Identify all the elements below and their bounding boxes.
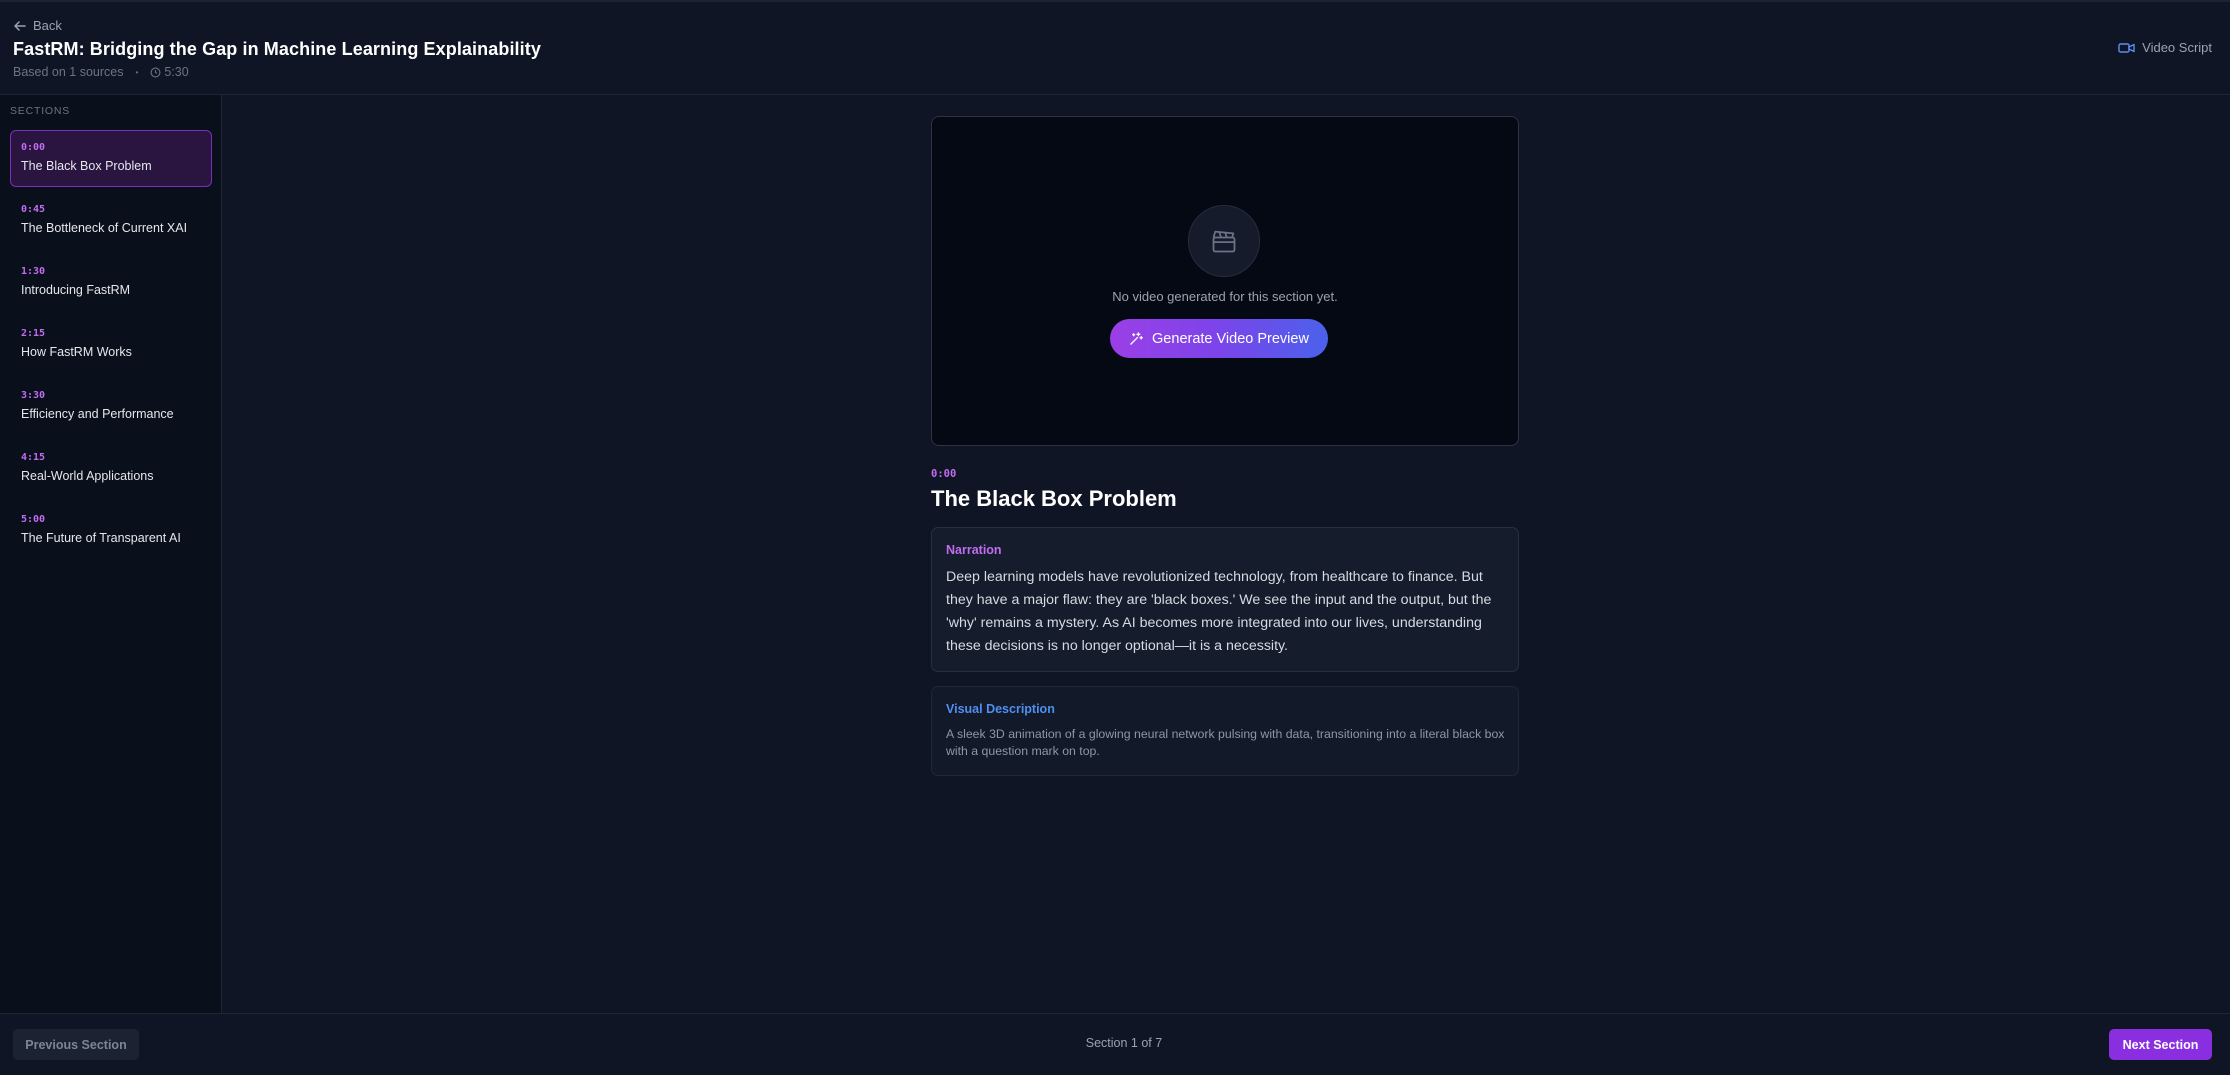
- sidebar-item-bottleneck[interactable]: 0:45 The Bottleneck of Current XAI: [10, 192, 212, 249]
- section-label: Introducing FastRM: [21, 283, 131, 297]
- script-meta: Based on 1 sources • 5:30: [13, 65, 189, 79]
- section-navigation-footer: Previous Section Section 1 of 7 Next Sec…: [0, 1013, 2230, 1075]
- video-preview-area: No video generated for this section yet.…: [931, 116, 1519, 446]
- current-section-title: The Black Box Problem: [931, 486, 1177, 511]
- clock-icon: [150, 67, 161, 77]
- sidebar-item-applications[interactable]: 4:15 Real-World Applications: [10, 440, 212, 497]
- section-time: 5:00: [21, 514, 46, 525]
- section-time: 0:45: [21, 204, 46, 215]
- next-section-button[interactable]: Next Section: [2109, 1029, 2212, 1060]
- total-duration: 5:30: [164, 65, 189, 79]
- visual-description-text: A sleek 3D animation of a glowing neural…: [946, 727, 1505, 758]
- generate-video-button[interactable]: Generate Video Preview: [1110, 319, 1328, 358]
- page-title: FastRM: Bridging the Gap in Machine Lear…: [13, 39, 541, 59]
- page-header: Back FastRM: Bridging the Gap in Machine…: [0, 2, 2230, 95]
- section-time: 4:15: [21, 452, 46, 463]
- sidebar-heading: SECTIONS: [10, 105, 71, 117]
- section-time: 3:30: [21, 390, 46, 401]
- section-label: The Future of Transparent AI: [21, 531, 181, 545]
- visual-description-card: Visual Description A sleek 3D animation …: [931, 686, 1519, 776]
- no-video-message: No video generated for this section yet.: [1112, 289, 1338, 304]
- visual-description-label: Visual Description: [946, 702, 1055, 716]
- narration-text: Deep learning models have revolutionized…: [946, 569, 1492, 654]
- clapperboard-icon: [1212, 230, 1236, 253]
- section-time: 1:30: [21, 266, 46, 277]
- arrow-left-icon: [14, 20, 26, 31]
- current-section-time: 0:00: [931, 468, 957, 480]
- section-time: 0:00: [21, 142, 46, 153]
- section-label: The Bottleneck of Current XAI: [21, 221, 188, 235]
- video-camera-icon: [2118, 42, 2135, 53]
- section-label: The Black Box Problem: [21, 159, 152, 173]
- section-time: 2:15: [21, 328, 46, 339]
- section-label: Real-World Applications: [21, 469, 154, 483]
- video-script-label: Video Script: [2142, 40, 2212, 55]
- generate-video-label: Generate Video Preview: [1152, 330, 1309, 347]
- sidebar-item-how-fastrm-works[interactable]: 2:15 How FastRM Works: [10, 316, 212, 373]
- video-script-button[interactable]: Video Script: [2118, 40, 2212, 55]
- sidebar-item-black-box-problem[interactable]: 0:00 The Black Box Problem: [10, 130, 212, 187]
- section-counter: Section 1 of 7: [1085, 1036, 1163, 1050]
- sidebar-item-introducing-fastrm[interactable]: 1:30 Introducing FastRM: [10, 254, 212, 311]
- back-label: Back: [33, 18, 62, 33]
- section-label: Efficiency and Performance: [21, 407, 174, 421]
- sources-count: Based on 1 sources: [13, 65, 124, 79]
- narration-label: Narration: [946, 543, 1002, 557]
- sidebar-item-future[interactable]: 5:00 The Future of Transparent AI: [10, 502, 212, 559]
- sparkles-icon: [1130, 332, 1143, 345]
- meta-separator: •: [135, 67, 139, 77]
- section-label: How FastRM Works: [21, 345, 132, 359]
- video-placeholder: [1188, 205, 1260, 277]
- back-button[interactable]: Back: [13, 18, 62, 33]
- sidebar-item-efficiency[interactable]: 3:30 Efficiency and Performance: [10, 378, 212, 435]
- sections-sidebar: SECTIONS 0:00 The Black Box Problem 0:45…: [0, 95, 222, 1013]
- narration-card: Narration Deep learning models have revo…: [931, 527, 1519, 672]
